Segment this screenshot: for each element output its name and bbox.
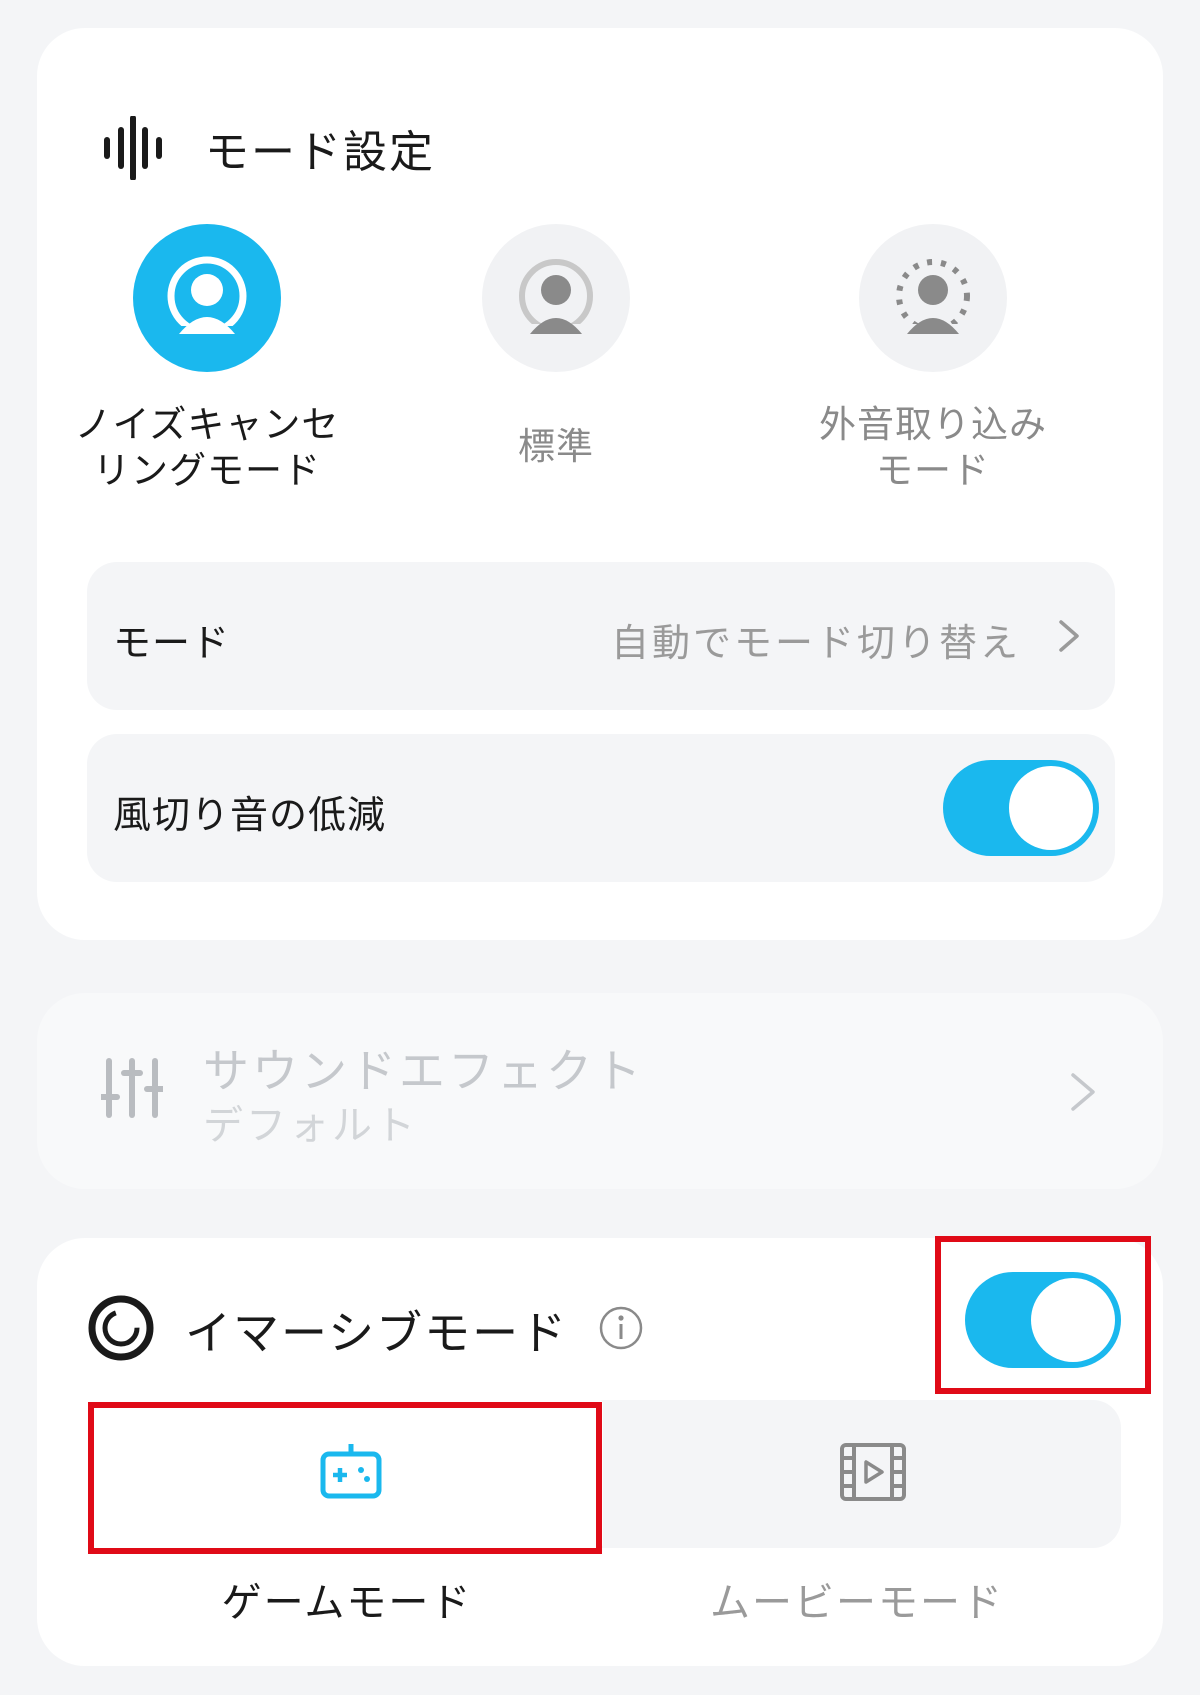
mode-option-label: ノイズキャンセ リングモード [74,403,340,492]
game-mode-label: ゲームモード [221,1580,473,1626]
auto-mode-row[interactable]: モード 自動でモード切り替え [87,562,1115,710]
film-icon[interactable] [839,1442,907,1506]
mode-row-label: モード [113,621,231,665]
wind-noise-reduction-row: 風切り音の低減 [87,734,1115,882]
info-icon[interactable] [598,1305,644,1355]
highlight-box-game-mode [88,1402,602,1554]
mode-option-noise-cancelling[interactable]: ノイズキャンセ リングモード [37,224,377,494]
sound-effect-value: デフォルト [203,1103,418,1149]
chevron-right-icon [1069,1071,1097,1117]
immersive-icon [87,1294,155,1366]
sound-effect-card[interactable]: サウンドエフェクト デフォルト [37,993,1163,1189]
wind-noise-toggle[interactable] [943,760,1099,856]
mode-row-value: 自動でモード切り替え [610,621,1021,665]
mode-option-label: 外音取り込み モード [819,403,1047,492]
immersive-mode-card: イマーシブモード ゲームモード ムービーモード [37,1236,1163,1666]
immersive-mode-header: イマーシブモード [87,1294,644,1366]
mode-option-ambient[interactable]: 外音取り込み モード [763,224,1103,494]
mode-option-label: 標準 [518,425,594,468]
sound-effect-title: サウンドエフェクト [203,1044,644,1098]
movie-mode-label: ムービーモード [710,1580,1004,1626]
immersive-mode-title: イマーシブモード [185,1306,569,1360]
waveform-icon [101,116,165,180]
mode-settings-header: モード設定 [101,116,435,180]
highlight-box-toggle [935,1236,1151,1394]
noise-cancel-icon [133,224,281,372]
standard-mode-icon [482,224,630,372]
toggle-knob [1009,766,1093,850]
mode-settings-card: モード設定 ノイズキャンセ リングモード 標準 外音取り込み モード モード 自… [37,28,1163,940]
chevron-right-icon [1057,618,1081,658]
equalizer-icon [98,1057,166,1123]
mode-option-standard[interactable]: 標準 [386,224,726,470]
ambient-sound-icon [859,224,1007,372]
mode-settings-title: モード設定 [205,127,435,178]
wind-noise-label: 風切り音の低減 [113,793,387,837]
